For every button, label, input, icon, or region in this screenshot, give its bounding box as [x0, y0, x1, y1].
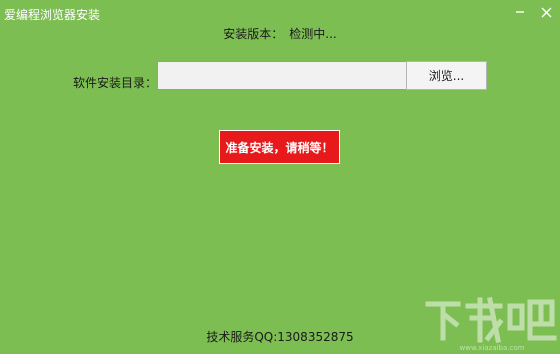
installer-window: 爱编程浏览器安装 安装版本： 检测中... 软件安装目录： 浏览... 准备安装，…: [0, 0, 560, 354]
window-title: 爱编程浏览器安装: [4, 8, 101, 22]
minimize-icon: [516, 11, 524, 13]
install-status-button[interactable]: 准备安装，请稍等！: [219, 130, 340, 164]
version-info: 安装版本： 检测中...: [0, 25, 560, 42]
watermark-url: www.xiazaiba.com: [460, 344, 525, 352]
version-label: 安装版本：: [223, 27, 284, 41]
close-icon: [541, 7, 551, 17]
browse-button[interactable]: 浏览...: [406, 61, 487, 90]
install-dir-label: 软件安装目录：: [73, 76, 158, 90]
tech-service-text: 技术服务QQ:1308352875: [206, 330, 354, 344]
install-dir-input[interactable]: [157, 61, 407, 90]
version-status: 检测中...: [289, 27, 337, 41]
minimize-button[interactable]: [510, 2, 530, 22]
close-button[interactable]: [536, 2, 556, 22]
